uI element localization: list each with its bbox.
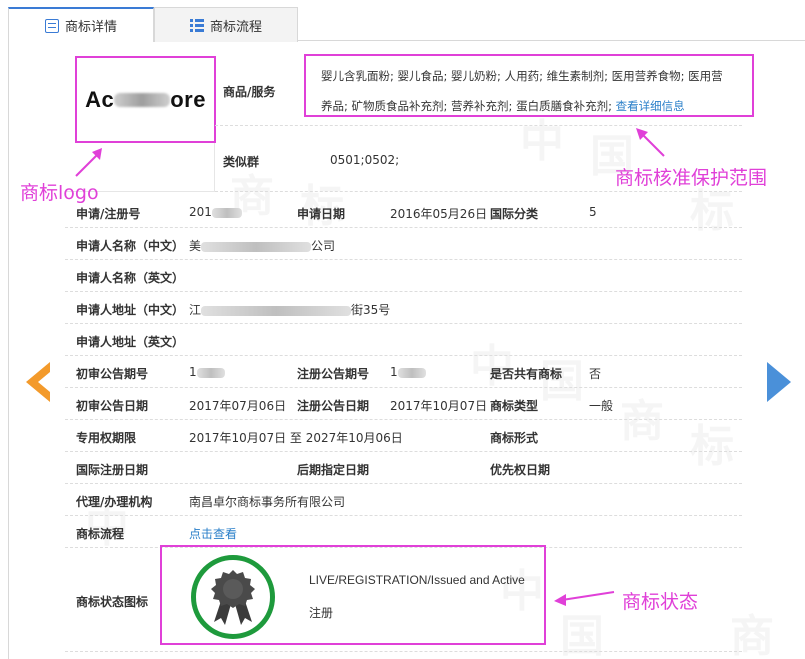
term-value: 2017年10月07日 至 2027年10月06日 bbox=[189, 431, 403, 445]
term-label: 专用权期限 bbox=[76, 431, 137, 445]
tm-form-label: 商标形式 bbox=[490, 431, 539, 445]
table-row bbox=[65, 452, 742, 484]
status-icon-label: 商标状态图标 bbox=[76, 595, 149, 609]
tab-trademark-details[interactable]: 商标详情 bbox=[8, 7, 154, 42]
goods-line-2-text: 养品; 矿物质食品补充剂; 营养补充剂; 蛋白质膳食补充剂; bbox=[321, 99, 612, 113]
redaction bbox=[211, 207, 242, 218]
tab-label: 商标流程 bbox=[209, 19, 262, 35]
similar-group-label: 类似群 bbox=[223, 155, 260, 169]
agent-label: 代理/办理机构 bbox=[76, 495, 153, 509]
prelim-no-value: 1 bbox=[189, 365, 225, 379]
similar-group-value: 0501;0502; bbox=[330, 153, 400, 167]
apply-date-label: 申请日期 bbox=[297, 207, 346, 221]
reg-pub-date-label: 注册公告日期 bbox=[297, 399, 370, 413]
tab-label: 商标详情 bbox=[64, 20, 117, 35]
goods-line-2: 养品; 矿物质食品补充剂; 营养补充剂; 蛋白质膳食补充剂; 查看详细信息 bbox=[321, 98, 685, 114]
redaction bbox=[201, 305, 352, 316]
reg-pub-date-value: 2017年10月07日 bbox=[390, 399, 488, 413]
document-icon bbox=[44, 18, 59, 33]
prelim-no-label: 初审公告期号 bbox=[76, 367, 149, 381]
applicant-en-label: 申请人名称（英文） bbox=[76, 271, 185, 285]
later-date-label: 后期指定日期 bbox=[297, 463, 370, 477]
reg-pub-no-value: 1 bbox=[390, 365, 426, 379]
logo-text-start: Ac bbox=[85, 86, 115, 112]
tab-trademark-process[interactable]: 商标流程 bbox=[154, 7, 298, 42]
prelim-date-value: 2017年07月06日 bbox=[189, 399, 287, 413]
redaction bbox=[196, 367, 225, 378]
goods-line-1: 婴儿含乳面粉; 婴儿食品; 婴儿奶粉; 人用药; 维生素制剂; 医用营养食物; … bbox=[321, 69, 723, 83]
applicant-cn-value: 美 公司 bbox=[189, 237, 335, 254]
trademark-logo: Ac ore bbox=[75, 56, 216, 143]
address-cn-label: 申请人地址（中文） bbox=[76, 303, 185, 317]
address-cn-prefix: 江 bbox=[189, 303, 202, 317]
prelim-no-text: 1 bbox=[189, 365, 197, 379]
view-details-link[interactable]: 查看详细信息 bbox=[616, 99, 685, 113]
applicant-cn-prefix: 美 bbox=[189, 239, 202, 253]
reg-no-label: 申请/注册号 bbox=[76, 207, 141, 221]
address-cn-suffix: 街35号 bbox=[351, 303, 391, 317]
tab-bar: 商标详情 商标流程 bbox=[8, 7, 805, 42]
award-ribbon-icon bbox=[211, 570, 255, 625]
status-cn-text: 注册 bbox=[309, 606, 334, 620]
tm-type-value: 一般 bbox=[589, 399, 614, 413]
view-process-link[interactable]: 点击查看 bbox=[189, 525, 237, 542]
table-row bbox=[65, 420, 742, 452]
reg-no-value: 201 bbox=[189, 205, 242, 219]
table-row bbox=[65, 516, 742, 548]
intl-class-label: 国际分类 bbox=[490, 207, 539, 221]
annotation-logo: 商标logo bbox=[20, 182, 99, 204]
address-cn-value: 江 街35号 bbox=[189, 301, 390, 318]
logo-redaction bbox=[114, 92, 171, 107]
reg-pub-no-text: 1 bbox=[390, 365, 398, 379]
table-row bbox=[65, 484, 742, 516]
logo-text-end: ore bbox=[170, 86, 206, 112]
shared-label: 是否共有商标 bbox=[490, 367, 563, 381]
annotation-arrow-icon bbox=[75, 148, 102, 177]
reg-pub-no-label: 注册公告期号 bbox=[297, 367, 370, 381]
priority-date-label: 优先权日期 bbox=[490, 463, 551, 477]
status-en-text: LIVE/REGISTRATION/Issued and Active bbox=[309, 573, 525, 587]
apply-date-value: 2016年05月26日 bbox=[390, 207, 488, 221]
previous-arrow-icon[interactable] bbox=[26, 362, 50, 402]
applicant-cn-label: 申请人名称（中文） bbox=[76, 239, 185, 253]
reg-no-text: 201 bbox=[189, 205, 212, 219]
shared-value: 否 bbox=[589, 367, 602, 381]
goods-label: 商品/服务 bbox=[223, 85, 276, 99]
list-icon bbox=[189, 18, 204, 32]
annotation-status: 商标状态 bbox=[622, 591, 699, 613]
annotation-arrow-icon bbox=[636, 128, 665, 157]
redaction bbox=[201, 241, 312, 252]
intl-reg-date-label: 国际注册日期 bbox=[76, 463, 149, 477]
prelim-date-label: 初审公告日期 bbox=[76, 399, 149, 413]
applicant-cn-suffix: 公司 bbox=[311, 239, 336, 253]
agent-value: 南昌卓尔商标事务所有限公司 bbox=[189, 495, 346, 509]
process-label: 商标流程 bbox=[76, 527, 125, 541]
annotation-arrow-icon bbox=[554, 591, 615, 606]
annotation-scope: 商标核准保护范围 bbox=[615, 167, 768, 189]
next-arrow-icon[interactable] bbox=[767, 362, 791, 402]
address-en-label: 申请人地址（英文） bbox=[76, 335, 185, 349]
redaction bbox=[397, 367, 426, 378]
intl-class-value: 5 bbox=[589, 205, 597, 219]
tm-type-label: 商标类型 bbox=[490, 399, 539, 413]
